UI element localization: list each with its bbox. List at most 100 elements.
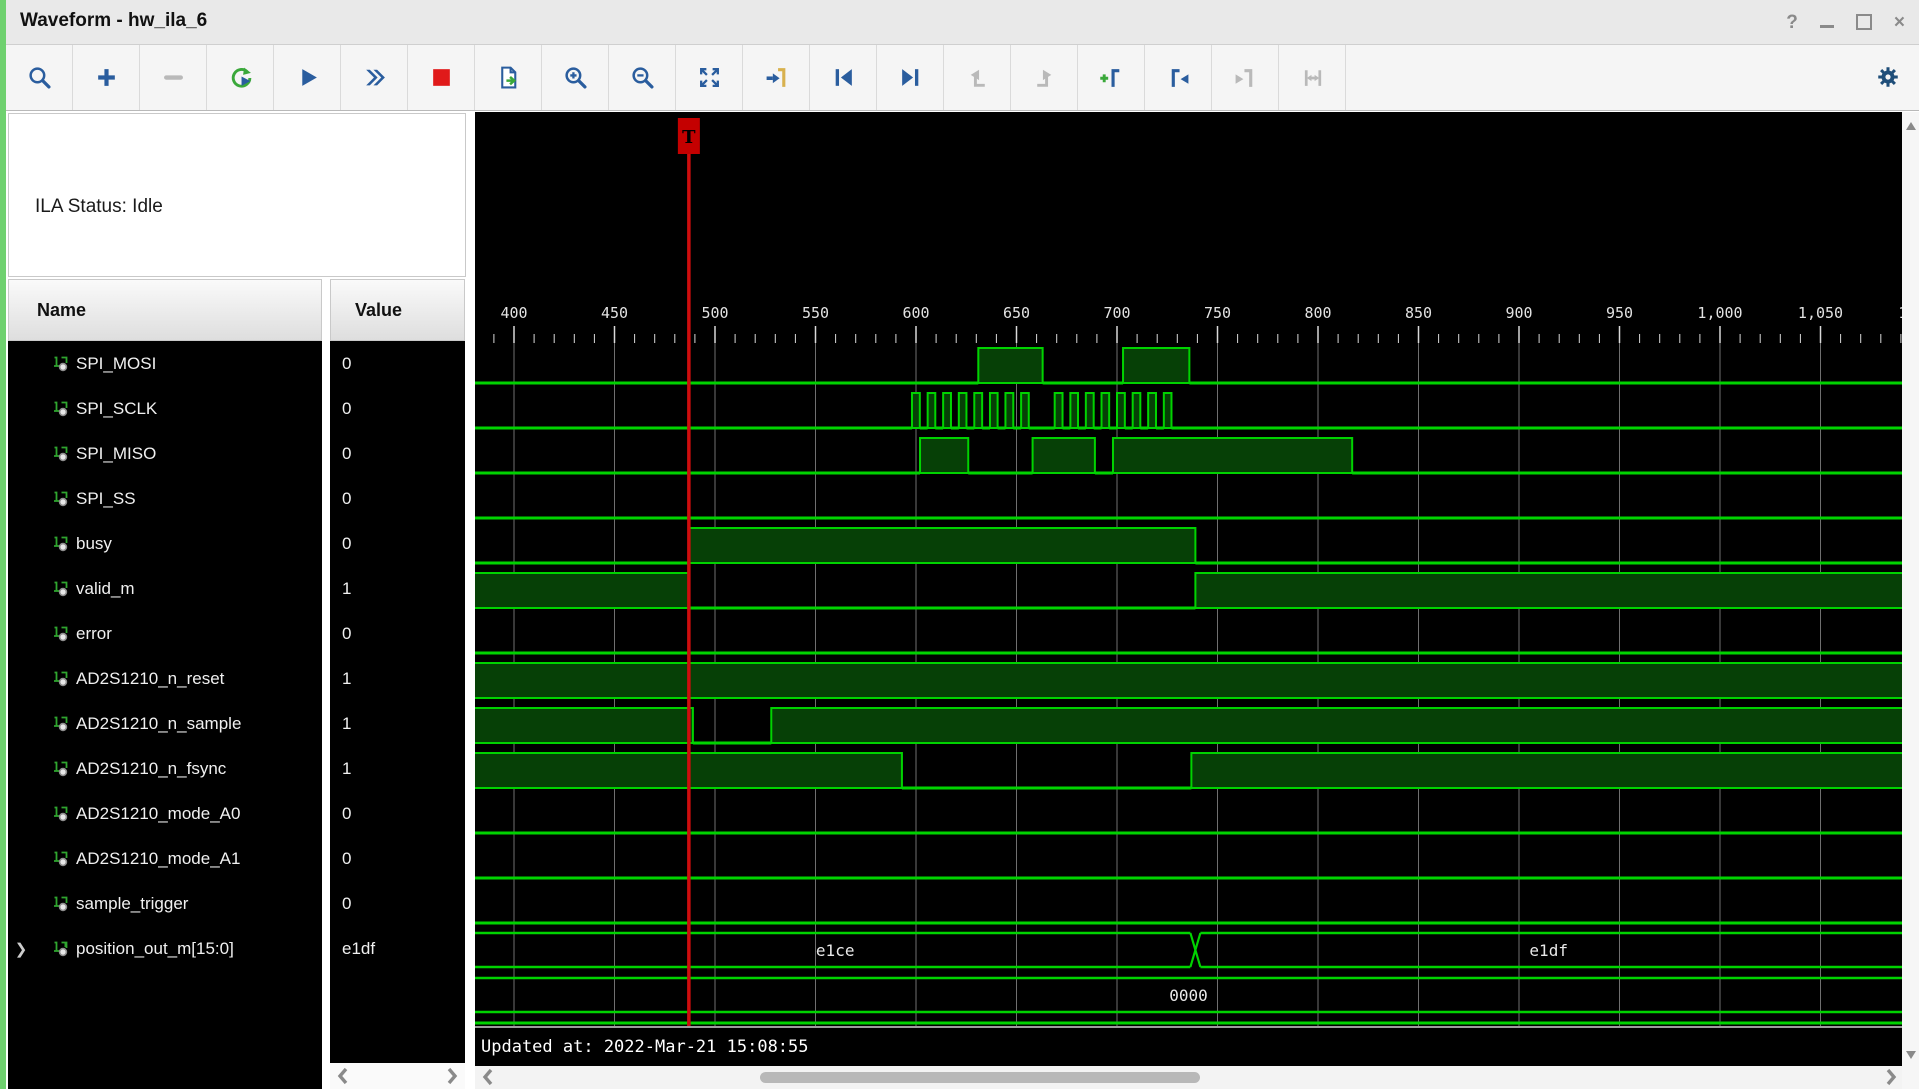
- svg-text:550: 550: [802, 304, 829, 322]
- signal-value-cell[interactable]: 0: [330, 386, 465, 431]
- previous-marker-icon: [1171, 69, 1188, 87]
- scroll-left-icon[interactable]: [336, 1067, 350, 1085]
- go-to-end-icon: [901, 69, 918, 86]
- signal-row[interactable]: SPI_SS: [8, 476, 322, 521]
- zoom-fit-icon: [699, 68, 719, 87]
- svg-text:e1df: e1df: [1529, 941, 1568, 960]
- go-to-start-icon: [835, 69, 852, 86]
- waveform-plot: 400 450 500 550 600 650 700 750 800 850 900 950 1,00…: [475, 112, 1902, 1026]
- vscroll-down-icon[interactable]: [1906, 1051, 1916, 1059]
- value-column-header[interactable]: Value: [330, 279, 465, 341]
- signal-value-cell[interactable]: 0: [330, 431, 465, 476]
- vscroll-up-icon[interactable]: [1906, 122, 1916, 130]
- signal-row[interactable]: AD2S1210_n_sample: [8, 701, 322, 746]
- signal-value-label: 0: [342, 353, 352, 373]
- value-header-label: Value: [355, 299, 403, 320]
- signal-icon: [54, 401, 68, 417]
- window-title: Waveform - hw_ila_6: [20, 10, 208, 31]
- next-transition-icon: [1036, 69, 1051, 87]
- close-button[interactable]: ×: [1894, 13, 1905, 32]
- signal-icon: [54, 761, 68, 777]
- run-trigger-button[interactable]: [207, 45, 274, 110]
- signal-row[interactable]: SPI_MOSI: [8, 341, 322, 386]
- signal-value-cell[interactable]: 0: [330, 341, 465, 386]
- run-trigger-immediate-button[interactable]: [274, 45, 341, 110]
- signal-value-label: 1: [342, 758, 352, 778]
- minimize-button[interactable]: [1819, 24, 1834, 28]
- add-marker-button[interactable]: [1078, 45, 1145, 110]
- zoom-in-button[interactable]: [542, 45, 609, 110]
- title-bar: Waveform - hw_ila_6 ? ×: [6, 0, 1919, 45]
- signal-icon: [54, 536, 68, 552]
- signal-icon: [54, 446, 68, 462]
- go-to-trigger-button[interactable]: [743, 45, 810, 110]
- remove-probes-button: [140, 45, 207, 110]
- go-to-start-button[interactable]: [810, 45, 877, 110]
- signal-row[interactable]: AD2S1210_n_fsync: [8, 746, 322, 791]
- signal-value-label: 0: [342, 398, 352, 418]
- go-to-end-button[interactable]: [877, 45, 944, 110]
- waveform-vscrollbar[interactable]: [1902, 112, 1919, 1089]
- help-button[interactable]: ?: [1786, 13, 1798, 32]
- previous-transition-icon: [970, 69, 985, 87]
- signal-value-cell[interactable]: 1: [330, 746, 465, 791]
- signal-value-label: 0: [342, 443, 352, 463]
- signal-row[interactable]: sample_trigger: [8, 881, 322, 926]
- signal-value-cell[interactable]: 1: [330, 656, 465, 701]
- previous-marker-button[interactable]: [1145, 45, 1212, 110]
- run-all-button[interactable]: [341, 45, 408, 110]
- hscroll-right-icon[interactable]: [1884, 1068, 1898, 1086]
- signal-value-cell[interactable]: 0: [330, 791, 465, 836]
- window-accent-strip: [0, 0, 6, 1089]
- scroll-right-icon[interactable]: [445, 1067, 459, 1085]
- add-probes-button[interactable]: [73, 45, 140, 110]
- signal-name-label: AD2S1210_n_sample: [76, 713, 242, 733]
- waveform-hscrollbar[interactable]: [475, 1066, 1902, 1089]
- waveform-canvas[interactable]: 400 450 500 550 600 650 700 750 800 850 900 950 1,00…: [475, 112, 1902, 1026]
- search-button[interactable]: [6, 45, 73, 110]
- zoom-out-button[interactable]: [609, 45, 676, 110]
- export-data-button[interactable]: [475, 45, 542, 110]
- signal-row[interactable]: busy: [8, 521, 322, 566]
- expand-chevron-icon[interactable]: ❯: [8, 940, 34, 958]
- signal-icon: [54, 806, 68, 822]
- svg-text:T: T: [682, 127, 696, 148]
- signal-row[interactable]: AD2S1210_n_reset: [8, 656, 322, 701]
- signal-value-cell[interactable]: e1df: [330, 926, 465, 971]
- signal-value-label: 0: [342, 533, 352, 553]
- signal-value-cell[interactable]: 1: [330, 701, 465, 746]
- name-column-header[interactable]: Name: [8, 279, 322, 341]
- remove-probes-icon: [163, 75, 183, 80]
- run-all-icon: [365, 69, 385, 86]
- next-marker-icon: [1235, 69, 1252, 87]
- signal-value-label: 0: [342, 803, 352, 823]
- zoom-fit-button[interactable]: [676, 45, 743, 110]
- signal-value-cell[interactable]: 1: [330, 566, 465, 611]
- signal-name-label: AD2S1210_mode_A0: [76, 803, 241, 823]
- hscroll-thumb[interactable]: [760, 1072, 1200, 1083]
- stop-trigger-button[interactable]: [408, 45, 475, 110]
- signal-value-cell[interactable]: 0: [330, 476, 465, 521]
- hscroll-left-icon[interactable]: [481, 1068, 495, 1086]
- svg-text:700: 700: [1103, 304, 1130, 322]
- maximize-button[interactable]: [1855, 14, 1872, 30]
- ila-status-panel: ILA Status: Idle: [8, 113, 466, 277]
- signal-row[interactable]: AD2S1210_mode_A1: [8, 836, 322, 881]
- signal-row[interactable]: error: [8, 611, 322, 656]
- signal-name-label: SPI_MOSI: [76, 353, 157, 373]
- signal-value-cell[interactable]: 0: [330, 611, 465, 656]
- signal-row[interactable]: SPI_MISO: [8, 431, 322, 476]
- settings-button[interactable]: [1865, 54, 1911, 100]
- ila-status-text: ILA Status: Idle: [35, 196, 163, 217]
- signal-value-rows: 0 0 0 0 0 1 0 1 1 1 0 0 0 e1df: [330, 341, 465, 1063]
- signal-row[interactable]: ❯ position_out_m[15:0]: [8, 926, 322, 971]
- signal-value-cell[interactable]: 0: [330, 881, 465, 926]
- signal-value-label: 1: [342, 713, 352, 733]
- signal-value-cell[interactable]: 0: [330, 521, 465, 566]
- signal-value-cell[interactable]: 0: [330, 836, 465, 881]
- signal-row[interactable]: valid_m: [8, 566, 322, 611]
- signal-icon: [54, 626, 68, 642]
- signal-row[interactable]: SPI_SCLK: [8, 386, 322, 431]
- svg-text:450: 450: [601, 304, 628, 322]
- signal-row[interactable]: AD2S1210_mode_A0: [8, 791, 322, 836]
